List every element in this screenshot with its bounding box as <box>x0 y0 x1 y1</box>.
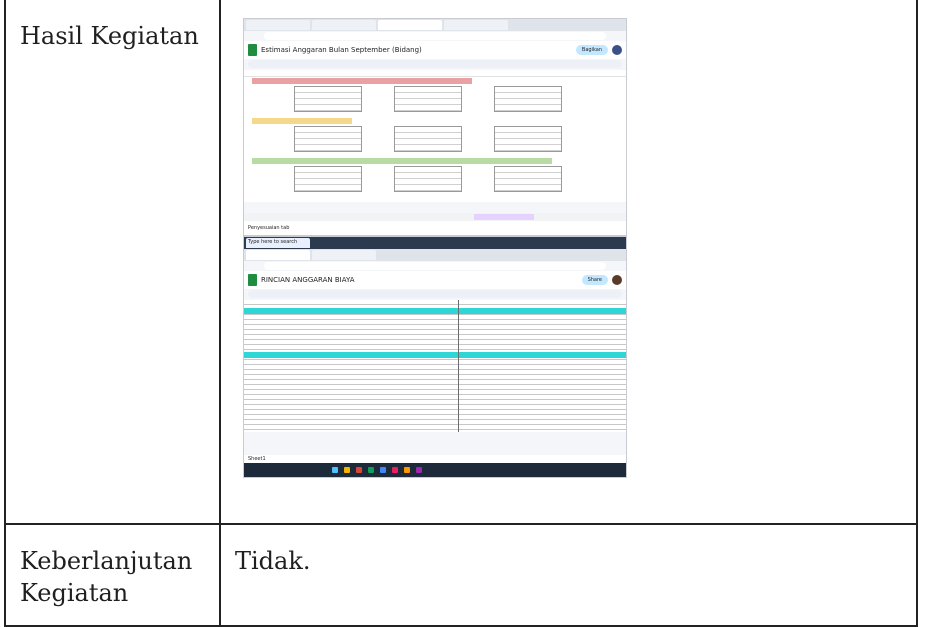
avatar <box>612 275 622 285</box>
windows-taskbar <box>244 463 626 477</box>
browser-tab <box>378 20 442 30</box>
cell-block <box>394 166 462 192</box>
row-value: Tidak. <box>235 547 311 575</box>
taskbar-app-icon <box>380 467 386 473</box>
taskbar-app-icon <box>416 467 422 473</box>
content-cell-screenshots: Estimasi Anggaran Bulan September (Bidan… <box>219 0 918 525</box>
browser-tabbar <box>244 19 626 31</box>
label-cell: Keberlanjutan Kegiatan <box>4 523 221 627</box>
windows-titlebar: Type here to search <box>244 237 626 249</box>
content-cell: Tidak. <box>219 523 918 627</box>
sheet-toolbar <box>248 60 622 68</box>
cell-block <box>294 86 362 112</box>
browser-tab <box>246 20 310 30</box>
section-band-teal <box>244 308 626 314</box>
taskbar-search: Type here to search <box>246 238 310 248</box>
sheet-grid <box>244 300 626 432</box>
row-label: Keberlanjutan Kegiatan <box>20 547 193 607</box>
section-band-teal <box>244 352 626 358</box>
browser-tab <box>444 20 508 30</box>
cell-block <box>394 86 462 112</box>
avatar <box>612 45 622 55</box>
column-divider <box>458 300 459 432</box>
address-bar <box>264 32 606 40</box>
browser-tabbar <box>244 249 626 261</box>
sheet-header: RINCIAN ANGGARAN BIAYA Share <box>244 271 626 289</box>
taskbar-app-icon <box>392 467 398 473</box>
address-bar <box>264 262 606 270</box>
browser-tab <box>312 250 376 260</box>
browser-tab <box>246 250 310 260</box>
sheet-toolbar <box>248 290 622 298</box>
sheet-grid <box>244 70 626 202</box>
browser-tab <box>312 20 376 30</box>
taskbar-app-icon <box>368 467 374 473</box>
sheet-tab-active <box>474 214 534 220</box>
sheets-logo-icon <box>248 274 257 286</box>
embedded-screenshot-spreadsheet: Estimasi Anggaran Bulan September (Bidan… <box>243 18 627 236</box>
share-button: Bagikan <box>575 45 608 55</box>
cell-block <box>494 86 562 112</box>
sheet-title: RINCIAN ANGGARAN BIAYA <box>261 276 355 284</box>
sheet-title: Estimasi Anggaran Bulan September (Bidan… <box>261 46 422 54</box>
taskbar-app-icon <box>344 467 350 473</box>
taskbar-app-icon <box>332 467 338 473</box>
document-table: Hasil Kegiatan Estimasi Anggaran Bulan S… <box>4 0 918 627</box>
share-button: Share <box>581 275 608 285</box>
sheet-header: Estimasi Anggaran Bulan September (Bidan… <box>244 41 626 59</box>
taskbar-app-icon <box>404 467 410 473</box>
sheet-tabs: Sheet1 <box>244 455 626 463</box>
cell-block <box>294 166 362 192</box>
cell-block <box>394 126 462 152</box>
section-band-red <box>252 78 472 84</box>
cell-block <box>494 126 562 152</box>
sheet-rows <box>244 300 626 432</box>
cell-block <box>494 166 562 192</box>
label-cell: Hasil Kegiatan <box>4 0 221 525</box>
section-band-green <box>252 158 552 164</box>
section-band-yellow <box>252 118 352 124</box>
table-row-keberlanjutan: Keberlanjutan Kegiatan Tidak. <box>4 523 918 627</box>
sheets-logo-icon <box>248 44 257 56</box>
cell-block <box>294 126 362 152</box>
table-row-hasil: Hasil Kegiatan Estimasi Anggaran Bulan S… <box>4 0 918 525</box>
row-label: Hasil Kegiatan <box>20 22 199 50</box>
status-bar: Penyesuaian tab <box>244 221 626 235</box>
embedded-screenshot-budget: Type here to search RINCIAN ANGGARAN BIA… <box>243 236 627 478</box>
sheet-tabs <box>244 213 626 221</box>
taskbar-app-icon <box>356 467 362 473</box>
